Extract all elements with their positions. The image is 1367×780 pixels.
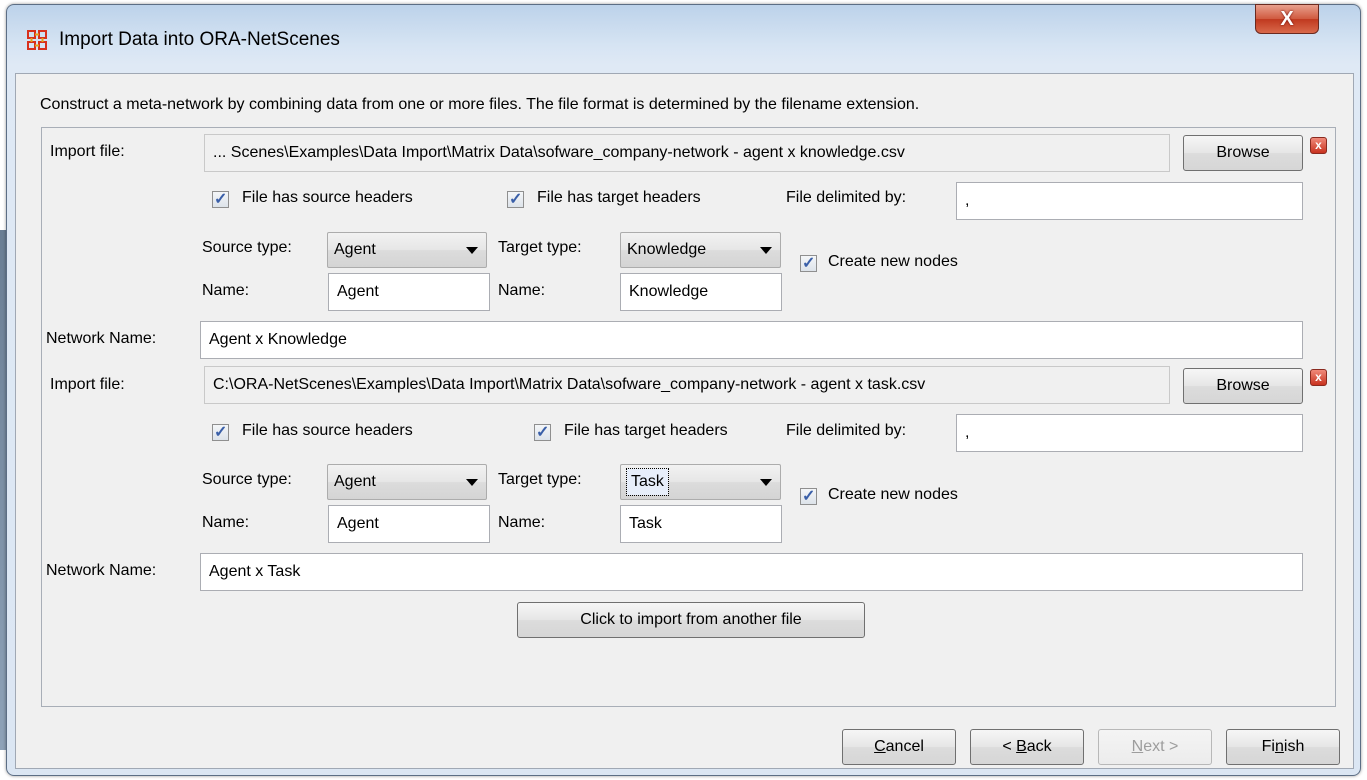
source-type-value: Agent [334,241,376,258]
browse-button[interactable]: Browse [1183,368,1303,404]
finish-prefix: Fi [1261,738,1275,755]
target-name-input[interactable]: Task [620,505,782,543]
import-list-panel: Import file: ... Scenes\Examples\Data Im… [41,127,1336,707]
create-nodes-checkbox[interactable]: ✓ [800,255,817,272]
network-name-label: Network Name: [46,330,157,347]
close-icon: X [1280,8,1294,30]
source-headers-label: File has source headers [242,422,413,439]
create-nodes-label: Create new nodes [828,253,958,270]
chevron-down-icon [466,247,478,254]
next-label: ext > [1143,738,1179,755]
chevron-down-icon [760,479,772,486]
finish-button[interactable]: Finish [1226,729,1340,765]
checkmark-icon: ✓ [509,191,523,208]
source-type-dropdown[interactable]: Agent [327,232,487,268]
finish-label: ish [1283,738,1305,755]
checkmark-icon: ✓ [802,488,816,505]
dialog-content: Construct a meta-network by combining da… [15,73,1354,769]
source-headers-label: File has source headers [242,189,413,206]
app-grid-icon [27,30,47,50]
checkmark-icon: ✓ [214,191,228,208]
chevron-down-icon [466,479,478,486]
target-name-label: Name: [498,514,546,531]
next-mnemonic: N [1131,738,1144,755]
target-type-value: Task [626,468,669,496]
target-type-value: Knowledge [627,241,707,258]
import-file-path-field[interactable]: ... Scenes\Examples\Data Import\Matrix D… [204,134,1170,172]
browse-button[interactable]: Browse [1183,135,1303,171]
network-name-label: Network Name: [46,562,157,579]
next-button[interactable]: Next > [1098,729,1212,765]
create-nodes-checkbox[interactable]: ✓ [800,488,817,505]
source-type-label: Source type: [202,471,292,488]
back-label: ack [1026,738,1052,755]
target-headers-label: File has target headers [564,422,728,439]
checkmark-icon: ✓ [802,255,816,272]
create-nodes-label: Create new nodes [828,486,958,503]
delimiter-input[interactable]: , [956,414,1303,452]
cancel-mnemonic: C [874,738,886,755]
network-name-input[interactable]: Agent x Knowledge [200,321,1303,359]
checkmark-icon: ✓ [536,424,550,441]
target-headers-checkbox[interactable]: ✓ [534,424,551,441]
finish-mnemonic: n [1274,738,1284,755]
close-button[interactable]: X [1255,4,1319,34]
title-bar[interactable]: Import Data into ORA-NetScenes X [7,4,1360,73]
chevron-down-icon [760,247,772,254]
target-name-label: Name: [498,282,546,299]
instructions-text: Construct a meta-network by combining da… [40,96,920,113]
target-type-label: Target type: [498,471,582,488]
target-headers-checkbox[interactable]: ✓ [507,191,524,208]
remove-icon[interactable]: x [1310,137,1327,154]
target-type-label: Target type: [498,239,582,256]
source-headers-checkbox[interactable]: ✓ [212,191,229,208]
source-name-label: Name: [202,514,250,531]
network-name-input[interactable]: Agent x Task [200,553,1303,591]
import-dialog-window: Import Data into ORA-NetScenes X Constru… [6,4,1361,776]
cancel-button[interactable]: Cancel [842,729,956,765]
checkmark-icon: ✓ [214,424,228,441]
delimiter-input[interactable]: , [956,182,1303,220]
import-file-label: Import file: [50,143,125,160]
source-type-dropdown[interactable]: Agent [327,464,487,500]
import-file-path-field[interactable]: C:\ORA-NetScenes\Examples\Data Import\Ma… [204,366,1170,404]
import-file-label: Import file: [50,376,125,393]
back-prefix: < [1002,738,1017,755]
back-button[interactable]: < Back [970,729,1084,765]
target-type-dropdown[interactable]: Task [620,464,781,500]
source-name-input[interactable]: Agent [328,273,490,311]
target-type-dropdown[interactable]: Knowledge [620,232,781,268]
source-name-label: Name: [202,282,250,299]
delimiter-label: File delimited by: [786,189,907,206]
cancel-label: ancel [885,738,924,755]
source-headers-checkbox[interactable]: ✓ [212,424,229,441]
target-name-input[interactable]: Knowledge [620,273,782,311]
source-name-input[interactable]: Agent [328,505,490,543]
import-another-file-button[interactable]: Click to import from another file [517,602,865,638]
remove-icon[interactable]: x [1310,369,1327,386]
delimiter-label: File delimited by: [786,422,907,439]
window-title: Import Data into ORA-NetScenes [59,29,340,50]
target-headers-label: File has target headers [537,189,701,206]
source-type-value: Agent [334,473,376,490]
back-mnemonic: B [1016,738,1027,755]
source-type-label: Source type: [202,239,292,256]
